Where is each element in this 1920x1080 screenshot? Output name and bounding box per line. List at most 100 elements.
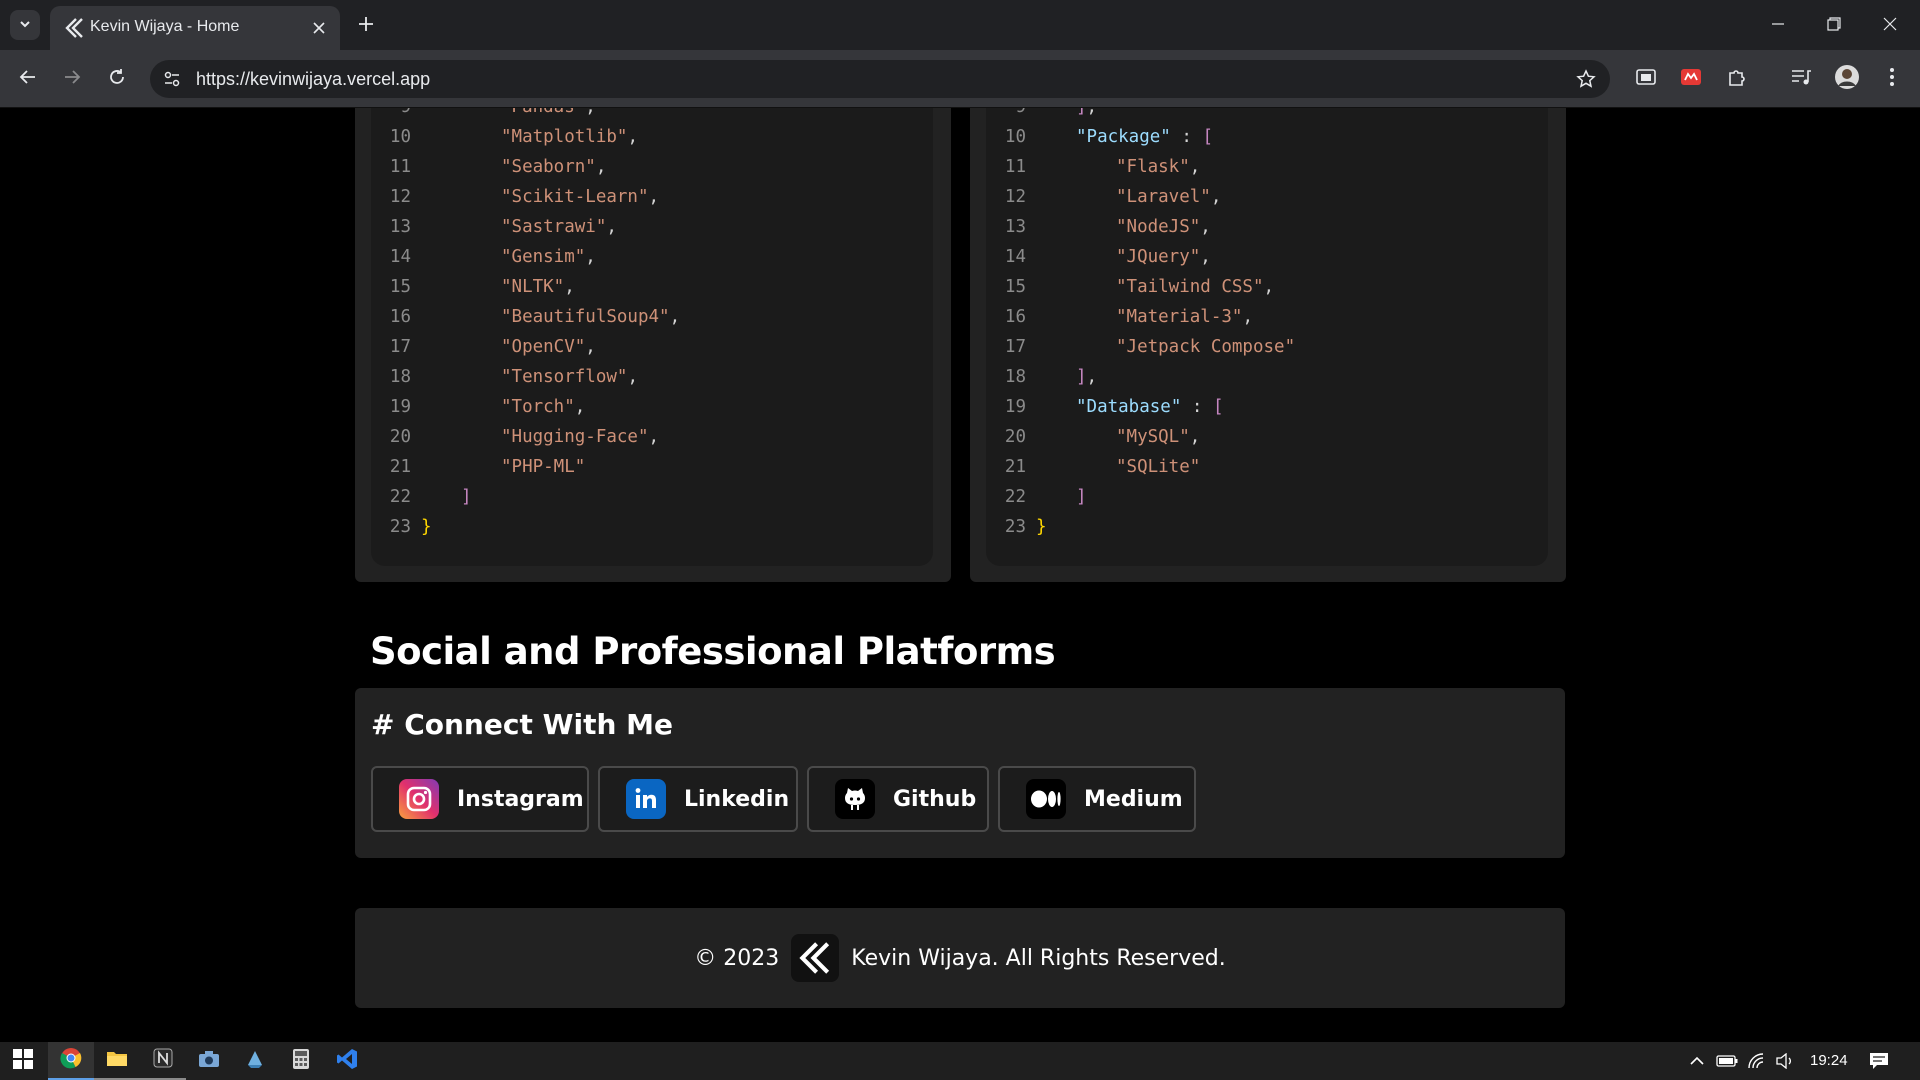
taskbar-file-explorer[interactable] xyxy=(94,1042,140,1080)
line-number: 21 xyxy=(389,457,411,477)
media-control-button[interactable] xyxy=(1785,63,1817,95)
medium-label: Medium xyxy=(1084,786,1183,812)
restore-icon xyxy=(1827,16,1841,35)
line-number: 14 xyxy=(389,247,411,267)
line-number: 23 xyxy=(389,517,411,537)
code-text: "Laravel", xyxy=(1116,187,1222,207)
code-line: 13 "NodeJS", xyxy=(986,212,1548,242)
line-number: 11 xyxy=(389,157,411,177)
taskbar-camera[interactable] xyxy=(186,1042,232,1080)
instagram-label: Instagram xyxy=(457,786,584,812)
connect-heading: # Connect With Me xyxy=(371,708,673,741)
taskbar-chrome[interactable] xyxy=(48,1042,94,1080)
code-text: "SQLite" xyxy=(1116,457,1201,477)
code-line: 16 "BeautifulSoup4", xyxy=(371,302,933,332)
line-number: 15 xyxy=(389,277,411,297)
taskbar-clock[interactable]: 19:24 xyxy=(1810,1052,1848,1069)
close-icon[interactable] xyxy=(308,17,330,39)
code-text: "Flask", xyxy=(1116,157,1201,177)
side-panel-button[interactable] xyxy=(1630,63,1662,95)
media-icon xyxy=(1791,68,1811,90)
footer-rights: Kevin Wijaya. All Rights Reserved. xyxy=(851,945,1226,971)
taskbar-notion[interactable] xyxy=(140,1042,186,1080)
back-button[interactable] xyxy=(12,63,44,95)
new-tab-button[interactable] xyxy=(352,11,380,39)
site-logo-icon[interactable] xyxy=(791,934,840,982)
site-info-icon[interactable] xyxy=(160,67,184,91)
close-window-button[interactable] xyxy=(1862,0,1918,50)
code-panel-libraries: 9"Pandas", 10"Matplotlib", 11"Seaborn", … xyxy=(355,108,951,582)
line-number: 11 xyxy=(1004,157,1026,177)
extension-button[interactable] xyxy=(1675,63,1707,95)
code-line: 18 "Tensorflow", xyxy=(371,362,933,392)
code-line: 15 "NLTK", xyxy=(371,272,933,302)
kebab-menu-icon xyxy=(1889,67,1895,91)
start-button[interactable] xyxy=(0,1042,46,1080)
app-icon xyxy=(245,1049,265,1073)
code-line: 14 "JQuery", xyxy=(986,242,1548,272)
extensions-menu-button[interactable] xyxy=(1720,63,1752,95)
code-panel-frameworks: 9], 10 "Package" : [ 11 "Flask", 12 "Larave… xyxy=(970,108,1566,582)
tab-search-button[interactable] xyxy=(10,10,40,40)
taskbar-app[interactable] xyxy=(232,1042,278,1080)
puzzle-icon xyxy=(1726,67,1746,91)
instagram-button[interactable]: Instagram xyxy=(371,766,589,832)
code-line: 9], xyxy=(986,108,1548,122)
address-bar[interactable]: https://kevinwijaya.vercel.app xyxy=(150,60,1610,98)
github-label: Github xyxy=(893,786,977,812)
line-number: 9 xyxy=(371,108,411,122)
code-line: 11 "Seaborn", xyxy=(371,152,933,182)
code-text: "Matplotlib", xyxy=(501,127,638,147)
medium-button[interactable]: Medium xyxy=(998,766,1196,832)
notification-icon[interactable] xyxy=(1868,1050,1890,1072)
code-line: 23} xyxy=(371,512,933,542)
connect-card: # Connect With Me Instagram Linkedin Git… xyxy=(355,688,1565,858)
code-text: "Package" : [ xyxy=(1076,127,1213,147)
star-icon[interactable] xyxy=(1574,67,1598,91)
line-number: 23 xyxy=(1004,517,1026,537)
code-line: 12 "Laravel", xyxy=(986,182,1548,212)
browser-tab[interactable]: Kevin Wijaya - Home xyxy=(50,6,340,50)
code-line: 17 "OpenCV", xyxy=(371,332,933,362)
line-number: 20 xyxy=(1004,427,1026,447)
page-viewport: 9"Pandas", 10"Matplotlib", 11"Seaborn", … xyxy=(0,108,1920,1042)
code-line: 21 "PHP-ML" xyxy=(371,452,933,482)
taskbar-vscode[interactable] xyxy=(324,1042,370,1080)
windows-taskbar: 19:24 xyxy=(0,1042,1920,1080)
line-number: 21 xyxy=(1004,457,1026,477)
calculator-icon xyxy=(292,1048,310,1074)
profile-button[interactable] xyxy=(1831,63,1863,95)
minimize-button[interactable] xyxy=(1750,0,1806,50)
linkedin-button[interactable]: Linkedin xyxy=(598,766,798,832)
code-line: 21 "SQLite" xyxy=(986,452,1548,482)
linkedin-icon xyxy=(626,779,666,819)
restore-button[interactable] xyxy=(1806,0,1862,50)
reload-icon xyxy=(108,68,126,90)
line-number: 10 xyxy=(389,127,411,147)
battery-icon[interactable] xyxy=(1716,1050,1738,1072)
taskbar-calculator[interactable] xyxy=(278,1042,324,1080)
line-number: 12 xyxy=(1004,187,1026,207)
code-line: 9 "Pandas", xyxy=(371,108,933,122)
line-number: 22 xyxy=(389,487,411,507)
code-text: "BeautifulSoup4", xyxy=(501,307,681,327)
reload-button[interactable] xyxy=(101,63,133,95)
footer: © 2023 Kevin Wijaya. All Rights Reserved… xyxy=(355,908,1565,1008)
code-line: 11 "Flask", xyxy=(986,152,1548,182)
code-line: 20 "Hugging-Face", xyxy=(371,422,933,452)
chevron-up-icon[interactable] xyxy=(1686,1050,1708,1072)
code-line: 20 "MySQL", xyxy=(986,422,1548,452)
url-text[interactable]: https://kevinwijaya.vercel.app xyxy=(196,69,430,90)
browser-menu-button[interactable] xyxy=(1876,63,1908,95)
code-line: 23} xyxy=(986,512,1548,542)
tab-title: Kevin Wijaya - Home xyxy=(90,18,240,35)
wifi-icon[interactable] xyxy=(1746,1050,1768,1072)
code-text: ] xyxy=(461,487,472,507)
github-button[interactable]: Github xyxy=(807,766,989,832)
plus-icon xyxy=(359,16,373,35)
line-number: 17 xyxy=(389,337,411,357)
code-text: "PHP-ML" xyxy=(501,457,586,477)
forward-button[interactable] xyxy=(56,63,88,95)
code-text: "Gensim", xyxy=(501,247,596,267)
volume-icon[interactable] xyxy=(1774,1050,1796,1072)
